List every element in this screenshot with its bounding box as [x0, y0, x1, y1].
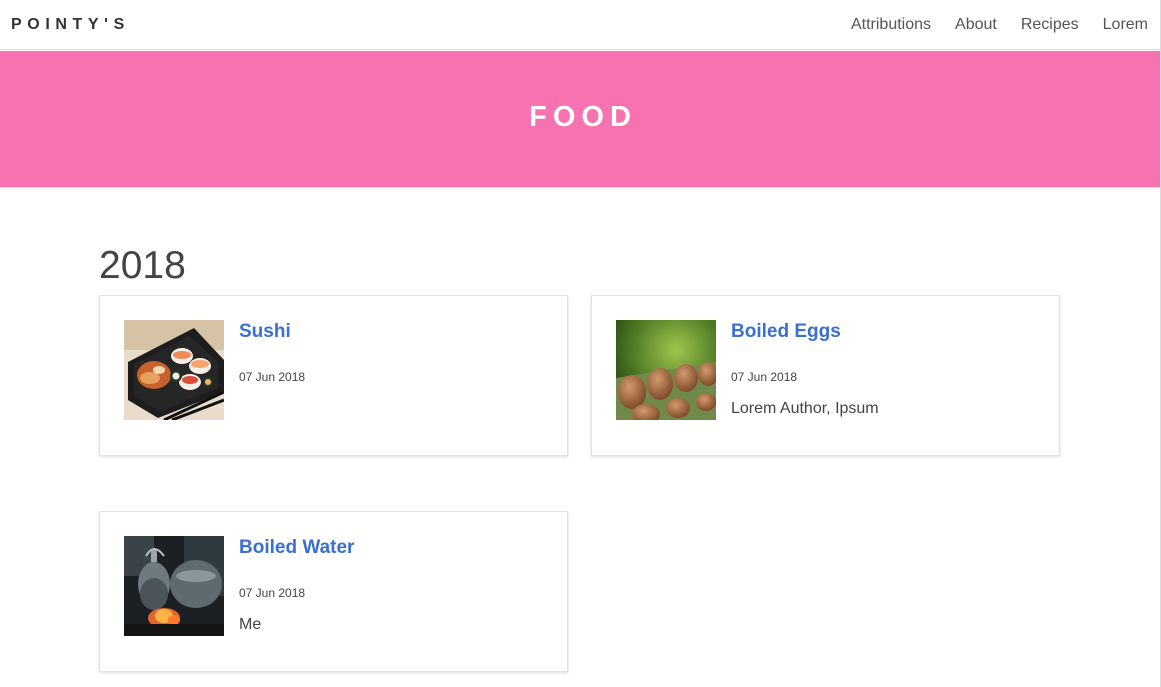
- post-title-link[interactable]: Boiled Water: [239, 537, 354, 559]
- year-heading: 2018: [99, 244, 186, 287]
- post-card-boiled-eggs: Boiled Eggs 07 Jun 2018 Lorem Author, Ip…: [591, 295, 1060, 456]
- post-title-link[interactable]: Boiled Eggs: [731, 321, 841, 343]
- nav-link-attributions[interactable]: Attributions: [851, 16, 931, 34]
- eggs-image-graphic: [616, 320, 716, 420]
- page: POINTY'S Attributions About Recipes Lore…: [0, 0, 1161, 687]
- navbar: POINTY'S Attributions About Recipes Lore…: [0, 0, 1160, 50]
- post-date: 07 Jun 2018: [731, 370, 798, 384]
- post-card-boiled-water: Boiled Water 07 Jun 2018 Me: [99, 511, 568, 672]
- nav-link-about[interactable]: About: [955, 16, 997, 34]
- nav-links: Attributions About Recipes Lorem: [827, 0, 1148, 50]
- hero-title: FOOD: [529, 101, 637, 133]
- kettle-image-graphic: [124, 536, 224, 636]
- sushi-image[interactable]: [124, 320, 224, 420]
- post-title-link[interactable]: Sushi: [239, 321, 291, 343]
- nav-link-lorem[interactable]: Lorem: [1103, 16, 1148, 34]
- nav-link-recipes[interactable]: Recipes: [1021, 16, 1079, 34]
- sushi-image-graphic: [124, 320, 224, 420]
- post-author: Me: [239, 616, 262, 633]
- post-date: 07 Jun 2018: [239, 370, 306, 384]
- hero-banner: FOOD: [0, 51, 1160, 188]
- post-date: 07 Jun 2018: [239, 586, 306, 600]
- post-card-sushi: Sushi 07 Jun 2018: [99, 295, 568, 456]
- eggs-image[interactable]: [616, 320, 716, 420]
- post-author: Lorem Author, Ipsum: [731, 400, 879, 417]
- kettle-image[interactable]: [124, 536, 224, 636]
- brand-logo[interactable]: POINTY'S: [11, 16, 130, 34]
